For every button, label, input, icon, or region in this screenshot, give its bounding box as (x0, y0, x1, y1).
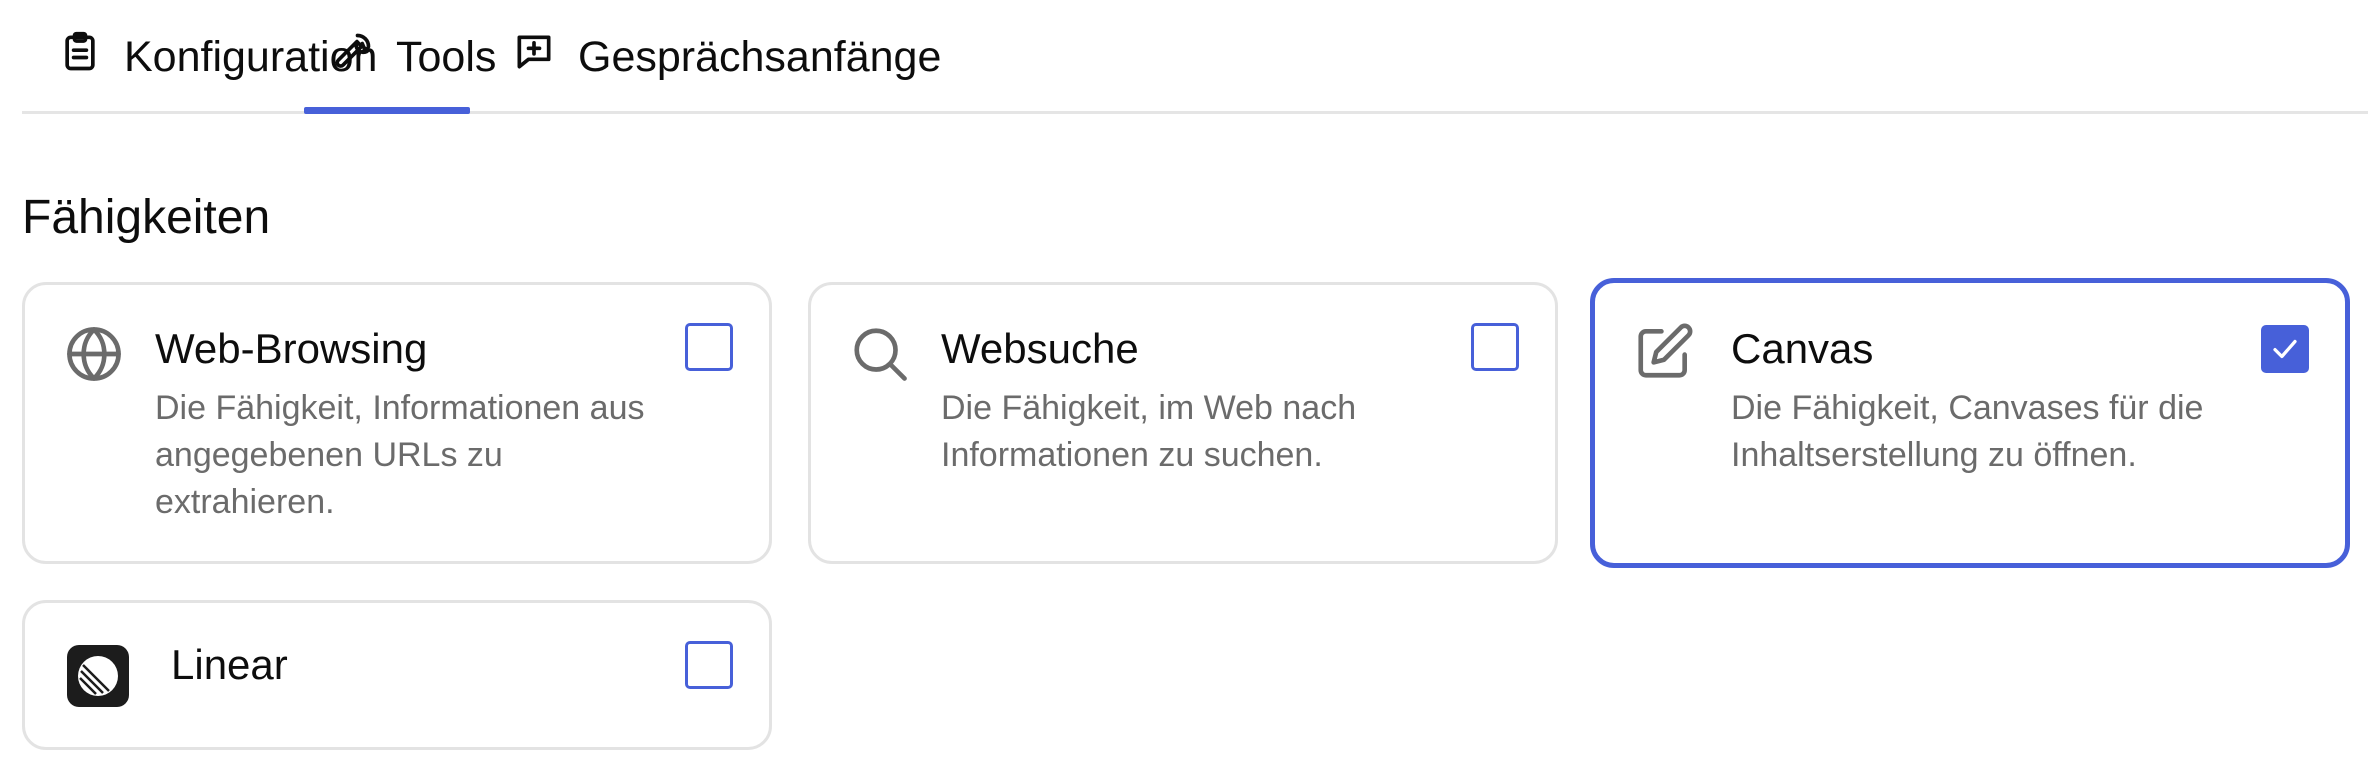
card-description: Die Fähigkeit, Informationen aus angegeb… (155, 389, 645, 521)
card-title: Web-Browsing (155, 325, 428, 372)
wrench-icon (330, 30, 374, 85)
tab-bar: Konfiguration Tools Gesprächsanfänge (22, 0, 2368, 114)
capability-card-canvas[interactable]: Canvas Die Fähigkeit, Canvases für die I… (1590, 278, 2350, 568)
edit-icon (1633, 321, 1695, 383)
checkmark-icon (2273, 339, 2297, 359)
checkbox[interactable] (685, 323, 733, 371)
clipboard-icon (58, 30, 102, 85)
section-title: Fähigkeiten (22, 191, 271, 244)
checkbox[interactable] (685, 641, 733, 689)
tools-panel: Konfiguration Tools Gesprächsanfänge Fäh… (0, 0, 2368, 772)
card-title: Linear (171, 641, 288, 688)
card-description: Die Fähigkeit, im Web nach Informationen… (941, 389, 1357, 474)
card-title: Canvas (1731, 325, 1874, 372)
active-tab-indicator (304, 107, 470, 114)
tab-gespraechsanfaenge[interactable]: Gesprächsanfänge (512, 0, 941, 114)
search-icon (849, 323, 911, 385)
message-plus-icon (512, 30, 556, 85)
checkbox-checked[interactable] (2261, 325, 2309, 373)
card-title: Websuche (941, 325, 1139, 372)
capability-card-websuche[interactable]: Websuche Die Fähigkeit, im Web nach Info… (808, 282, 1558, 564)
checkbox[interactable] (1471, 323, 1519, 371)
capability-card-linear[interactable]: Linear (22, 600, 772, 750)
card-description: Die Fähigkeit, Canvases für die Inhaltse… (1731, 389, 2204, 474)
tab-label: Tools (396, 32, 497, 81)
tab-tools[interactable]: Tools (330, 0, 496, 114)
capability-card-web-browsing[interactable]: Web-Browsing Die Fähigkeit, Informatione… (22, 282, 772, 564)
globe-icon (63, 323, 125, 385)
tab-label: Gesprächsanfänge (578, 32, 942, 81)
linear-logo-icon (67, 645, 129, 707)
